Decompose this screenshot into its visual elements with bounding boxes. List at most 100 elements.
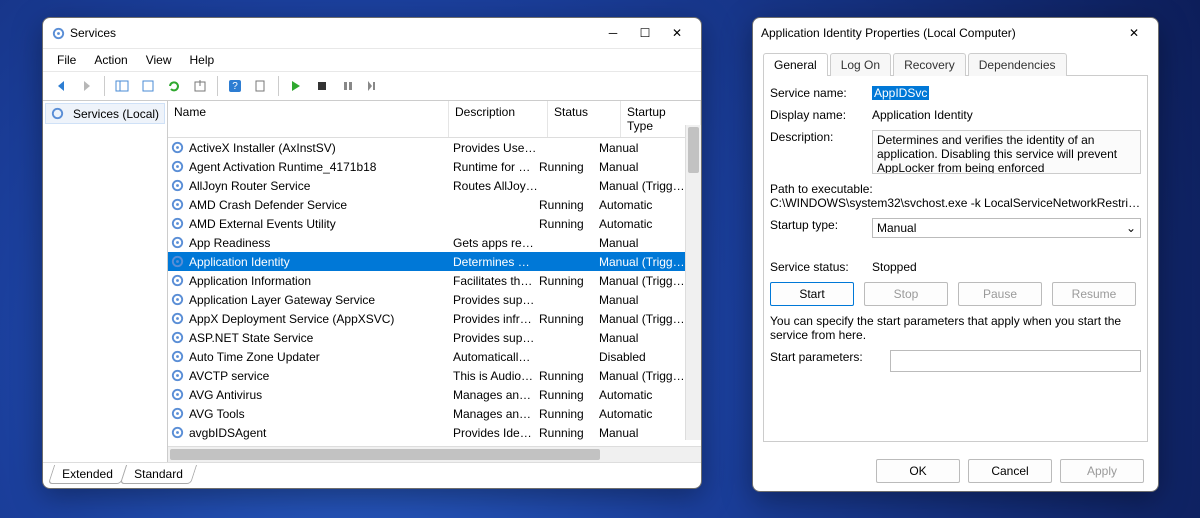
value-service-name[interactable]: AppIDSvc [872, 86, 929, 100]
services-titlebar[interactable]: Services ─ ☐ ✕ [43, 18, 701, 48]
stop-service-button[interactable] [310, 74, 334, 98]
play-icon [290, 80, 302, 92]
start-params-input[interactable] [890, 350, 1141, 372]
gear-icon [170, 368, 185, 383]
label-startup-type: Startup type: [770, 218, 862, 232]
value-path: C:\WINDOWS\system32\svchost.exe -k Local… [770, 196, 1141, 210]
col-description[interactable]: Description [449, 101, 548, 137]
tab-logon[interactable]: Log On [830, 53, 891, 76]
value-description[interactable]: Determines and verifies the identity of … [872, 130, 1141, 174]
service-row[interactable]: Auto Time Zone UpdaterAutomaticall…Disab… [168, 347, 701, 366]
cell-name: App Readiness [189, 236, 453, 250]
stop-icon [316, 80, 328, 92]
service-row[interactable]: AllJoyn Router ServiceRoutes AllJoy…Manu… [168, 176, 701, 195]
menu-help[interactable]: Help [184, 51, 221, 69]
service-row[interactable]: ActiveX Installer (AxInstSV)Provides Use… [168, 138, 701, 157]
menu-action[interactable]: Action [88, 51, 133, 69]
maximize-button[interactable]: ☐ [629, 21, 661, 45]
properties-dialog: Application Identity Properties (Local C… [752, 17, 1159, 492]
ok-button[interactable]: OK [876, 459, 960, 483]
help-button[interactable]: ? [223, 74, 247, 98]
cell-name: Agent Activation Runtime_4171b18 [189, 160, 453, 174]
cell-startup: Manual [599, 160, 699, 174]
gear-icon [170, 140, 185, 155]
tab-label: Extended [62, 467, 113, 481]
pause-icon [342, 80, 354, 92]
service-row[interactable]: AVG AntivirusManages an…RunningAutomatic [168, 385, 701, 404]
service-row[interactable]: AMD Crash Defender ServiceRunningAutomat… [168, 195, 701, 214]
cell-name: Auto Time Zone Updater [189, 350, 453, 364]
service-row[interactable]: AMD External Events UtilityRunningAutoma… [168, 214, 701, 233]
pause-service-button[interactable] [336, 74, 360, 98]
cell-name: AVG Antivirus [189, 388, 453, 402]
cell-name: ASP.NET State Service [189, 331, 453, 345]
gear-icon [170, 425, 185, 440]
gear-icon [170, 216, 185, 231]
panel-icon [115, 79, 129, 93]
export-button[interactable] [188, 74, 212, 98]
cell-name: avgbIDSAgent [189, 426, 453, 440]
rows: ActiveX Installer (AxInstSV)Provides Use… [168, 138, 701, 446]
start-service-button[interactable] [284, 74, 308, 98]
list-panel: Name Description Status Startup Type Act… [168, 101, 701, 462]
view-tabs: Extended Standard [43, 462, 701, 488]
close-button[interactable]: ✕ [1118, 21, 1150, 45]
horizontal-scrollbar[interactable] [168, 446, 701, 462]
col-status[interactable]: Status [548, 101, 621, 137]
refresh-button[interactable] [162, 74, 186, 98]
menu-file[interactable]: File [51, 51, 82, 69]
forward-button[interactable] [75, 74, 99, 98]
cell-status: Running [539, 312, 599, 326]
menu-view[interactable]: View [140, 51, 178, 69]
service-row[interactable]: AVG ToolsManages an…RunningAutomatic [168, 404, 701, 423]
cell-description: Provides sup… [453, 331, 539, 345]
show-hide-tree-button[interactable] [110, 74, 134, 98]
cell-description: This is Audio… [453, 369, 539, 383]
start-button[interactable]: Start [770, 282, 854, 306]
tab-dependencies[interactable]: Dependencies [968, 53, 1067, 76]
services-title: Services [70, 26, 597, 40]
props-titlebar[interactable]: Application Identity Properties (Local C… [753, 18, 1158, 48]
tree-item-services-local[interactable]: Services (Local) [45, 103, 165, 124]
cell-description: Provides Use… [453, 141, 539, 155]
cell-description: Facilitates th… [453, 274, 539, 288]
gear-icon [170, 197, 185, 212]
cancel-button[interactable]: Cancel [968, 459, 1052, 483]
startup-type-select[interactable]: Manual ⌄ [872, 218, 1141, 238]
stop-button: Stop [864, 282, 948, 306]
props-title: Application Identity Properties (Local C… [761, 26, 1118, 40]
cell-startup: Manual (Trigg… [599, 274, 699, 288]
scroll-thumb[interactable] [170, 449, 600, 460]
cell-startup: Automatic [599, 217, 699, 231]
back-button[interactable] [49, 74, 73, 98]
vertical-scrollbar[interactable] [685, 125, 701, 440]
tab-recovery[interactable]: Recovery [893, 53, 966, 76]
tab-standard[interactable]: Standard [120, 465, 197, 484]
value-service-status: Stopped [872, 260, 917, 274]
cell-status: Running [539, 198, 599, 212]
cell-startup: Manual [599, 426, 699, 440]
service-row[interactable]: ASP.NET State ServiceProvides sup…Manual [168, 328, 701, 347]
service-row[interactable]: App ReadinessGets apps re…Manual [168, 233, 701, 252]
tab-extended[interactable]: Extended [48, 465, 127, 484]
label-path: Path to executable: [770, 182, 1141, 196]
gear-icon [170, 292, 185, 307]
props-button[interactable] [249, 74, 273, 98]
service-row[interactable]: AVCTP serviceThis is Audio…RunningManual… [168, 366, 701, 385]
gear-icon [170, 387, 185, 402]
properties-toolbar-button[interactable] [136, 74, 160, 98]
restart-service-button[interactable] [362, 74, 386, 98]
tab-general[interactable]: General [763, 53, 828, 76]
service-row[interactable]: Application InformationFacilitates th…Ru… [168, 271, 701, 290]
service-row[interactable]: avgbIDSAgentProvides Ide…RunningManual [168, 423, 701, 442]
service-row[interactable]: Agent Activation Runtime_4171b18Runtime … [168, 157, 701, 176]
col-name[interactable]: Name [168, 101, 449, 137]
minimize-button[interactable]: ─ [597, 21, 629, 45]
close-button[interactable]: ✕ [661, 21, 693, 45]
service-row[interactable]: Application IdentityDetermines …Manual (… [168, 252, 701, 271]
service-row[interactable]: Application Layer Gateway ServiceProvide… [168, 290, 701, 309]
scroll-thumb[interactable] [688, 127, 699, 173]
service-row[interactable]: AppX Deployment Service (AppXSVC)Provide… [168, 309, 701, 328]
cell-name: AMD Crash Defender Service [189, 198, 453, 212]
toolbar: ? [43, 71, 701, 101]
